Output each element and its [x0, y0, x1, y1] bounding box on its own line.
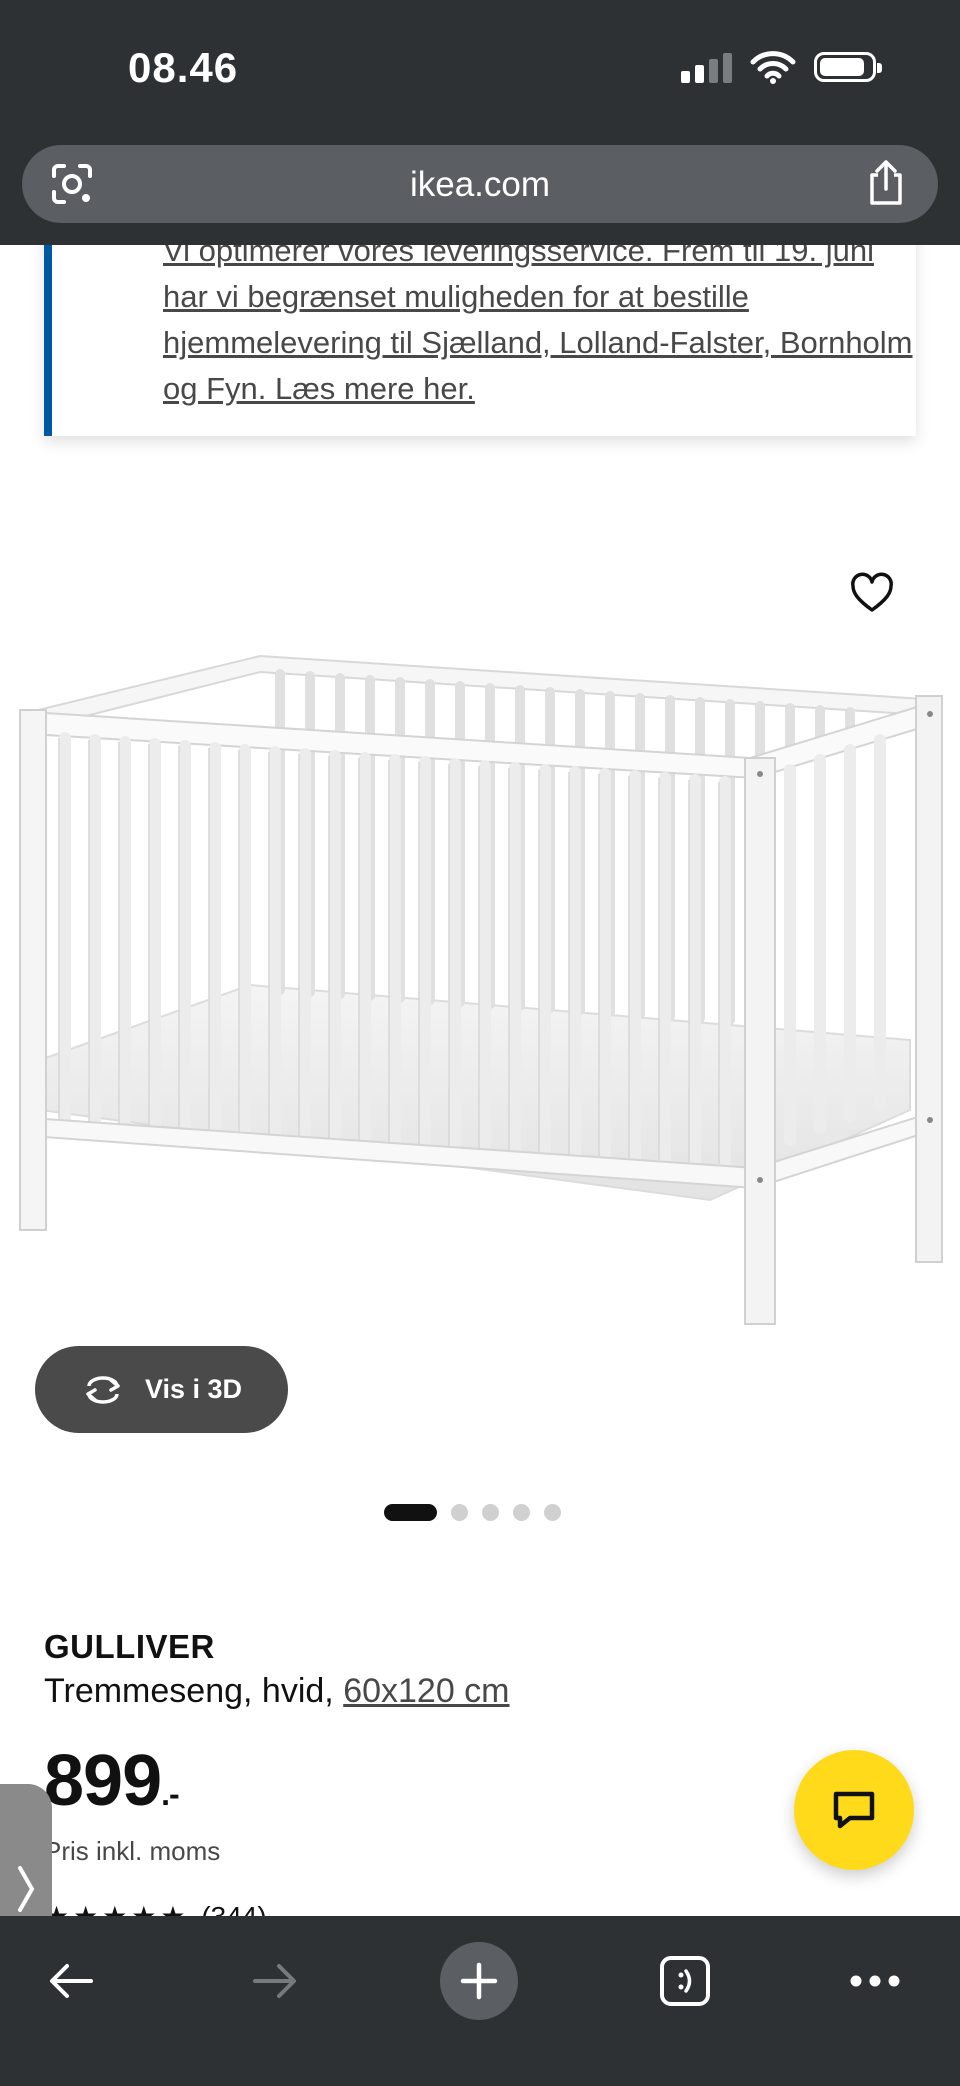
new-tab-button[interactable] [440, 1942, 518, 2020]
carousel-pagination [384, 1504, 561, 1521]
price-note: Pris inkl. moms [44, 1836, 221, 1866]
more-button[interactable] [840, 1946, 910, 2016]
browser-bottom-toolbar [0, 1916, 960, 2086]
cellular-signal-icon [681, 51, 732, 83]
new-tab-plus-icon [460, 1962, 498, 2000]
back-arrow-icon [50, 1964, 93, 1998]
status-icons [681, 50, 882, 84]
view-in-3d-label: Vis i 3D [144, 1374, 243, 1404]
chat-button[interactable] [794, 1750, 914, 1870]
address-bar[interactable]: ikea.com [22, 145, 938, 223]
heart-icon[interactable] [850, 572, 894, 616]
view-in-3d-button[interactable]: Vis i 3D [35, 1346, 288, 1433]
battery-icon [814, 52, 882, 82]
browser-top-bar: 08.46 ikea.com [0, 0, 960, 245]
status-time: 08.46 [128, 44, 239, 91]
back-button[interactable] [36, 1946, 106, 2016]
chevron-right-icon [18, 1866, 35, 1912]
product-price: 899.- [44, 1740, 180, 1822]
product-name: GULLIVER [44, 1628, 215, 1665]
product-description: Tremmeseng, hvid, 60x120 cm [44, 1672, 510, 1711]
tabs-button[interactable] [650, 1946, 720, 2016]
carousel-dot[interactable] [451, 1504, 468, 1521]
price-value: 899 [44, 1741, 162, 1821]
carousel-dot[interactable] [482, 1504, 499, 1521]
chat-icon [833, 1791, 875, 1829]
product-description-text: Tremmeseng, hvid, [44, 1672, 344, 1710]
carousel-dot[interactable] [544, 1504, 561, 1521]
product-image-crib[interactable] [10, 640, 950, 1340]
forward-arrow-icon [253, 1964, 296, 1998]
share-icon[interactable] [864, 159, 908, 207]
carousel-dot[interactable] [513, 1504, 530, 1521]
product-size-link[interactable]: 60x120 cm [343, 1672, 509, 1710]
more-icon [850, 1975, 900, 1987]
notice-link-text[interactable]: Vi optimerer vores leveringsservice. Fre… [163, 228, 923, 412]
rotate-3d-icon [86, 1375, 120, 1404]
forward-button[interactable] [240, 1946, 310, 2016]
carousel-dot-active[interactable] [384, 1504, 437, 1521]
tabs-icon [660, 1956, 710, 2006]
wifi-icon [750, 51, 796, 84]
url-text[interactable]: ikea.com [22, 165, 938, 205]
price-suffix: .- [161, 1776, 180, 1812]
